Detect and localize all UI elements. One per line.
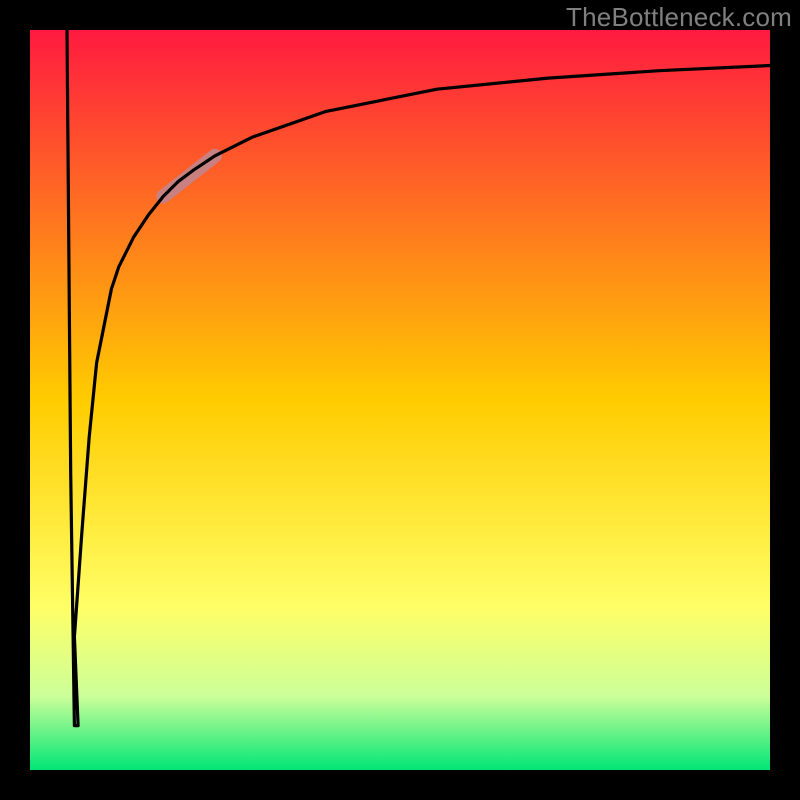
chart-svg <box>0 0 800 800</box>
credit-text: TheBottleneck.com <box>566 2 792 33</box>
chart-frame: TheBottleneck.com <box>0 0 800 800</box>
plot-background <box>30 30 770 770</box>
